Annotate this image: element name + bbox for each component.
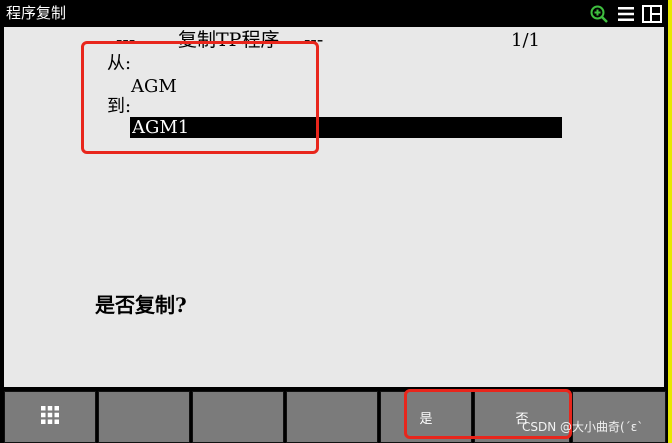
f1-key[interactable]	[98, 391, 190, 443]
grid-icon	[40, 405, 60, 429]
f6-key[interactable]	[572, 391, 666, 443]
f3-key[interactable]	[286, 391, 378, 443]
title-bar: 程序复制	[0, 0, 668, 27]
watermark: CSDN @大小曲奇(´ε`	[522, 420, 644, 434]
split-view-icon[interactable]	[642, 5, 662, 27]
f-key-menu-button[interactable]	[4, 391, 96, 443]
confirm-prompt: 是否复制?	[95, 293, 187, 317]
window-title: 程序复制	[6, 4, 67, 22]
zoom-in-icon[interactable]	[590, 5, 608, 27]
menu-icon[interactable]	[617, 5, 635, 27]
page-indicator: 1/1	[511, 30, 540, 51]
f2-key[interactable]	[192, 391, 284, 443]
side-accent-strip	[668, 0, 672, 443]
annotation-box-form	[81, 41, 319, 154]
teach-pendant-screen: 程序复制 --- 复制TP程序 --- 1/1 从: AGM 到: AGM1 是…	[0, 0, 668, 443]
